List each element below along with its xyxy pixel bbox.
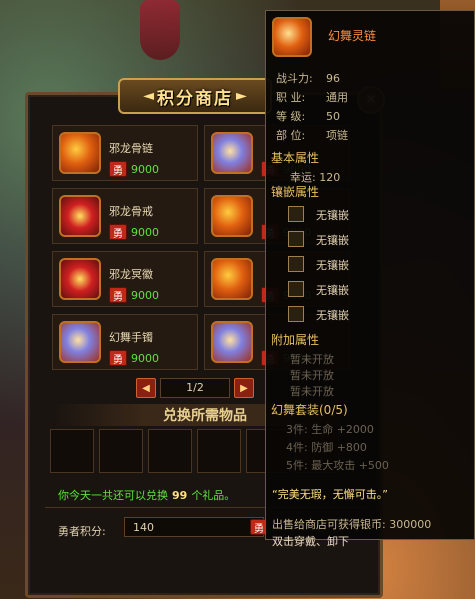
socket-slot-icon (288, 206, 304, 222)
item-tooltip: 幻舞灵链 战斗力: 96 职 业: 通用 等 级: 50 部 位: 项链 基本属性 幸运… (265, 10, 475, 548)
required-item-slot[interactable] (148, 429, 192, 473)
exchange-title: 兑换所需物品 (163, 408, 247, 424)
item-name: 邪龙骨戒 (109, 205, 153, 218)
item-price: 9000 (131, 225, 159, 239)
points-label: 勇者积分: (58, 525, 106, 538)
bracelet-icon (211, 321, 253, 363)
equip-hint: 双击穿戴、卸下 (272, 535, 349, 548)
socket-label: 无镶嵌 (316, 209, 349, 222)
socket-label: 无镶嵌 (316, 259, 349, 272)
title-arrow-right-icon: ► (236, 88, 247, 104)
page-indicator: 1/2 (160, 378, 230, 398)
socket-slot-icon (288, 281, 304, 297)
socket-label: 无镶嵌 (316, 234, 349, 247)
yong-badge: 勇 (109, 224, 127, 240)
socket-label: 无镶嵌 (316, 284, 349, 297)
shop-item[interactable]: 邪龙冥徽 勇 9000 (52, 251, 198, 307)
socket-slot-icon (288, 306, 304, 322)
socket-slot-icon (288, 231, 304, 247)
item-price: 9000 (131, 162, 159, 176)
item-price: 9000 (131, 351, 159, 365)
necklace-icon (272, 17, 312, 57)
item-name: 邪龙骨链 (109, 142, 153, 155)
yong-badge: 勇 (109, 350, 127, 366)
bracelet-icon (211, 132, 253, 174)
next-page-button[interactable]: ▶ (234, 378, 254, 398)
socket-label: 无镶嵌 (316, 309, 349, 322)
item-name: 幻舞手镯 (109, 331, 153, 344)
basic-attr-title: 基本属性 (271, 151, 320, 165)
required-item-slot[interactable] (99, 429, 143, 473)
shop-title-plate: ◄ 积分商店 ► (118, 78, 272, 114)
shop-item[interactable]: 幻舞手镯 勇 9000 (52, 314, 198, 370)
required-item-slot[interactable] (50, 429, 94, 473)
pager: ◀ 1/2 ▶ (136, 378, 254, 398)
tooltip-item-name: 幻舞灵链 (328, 29, 377, 43)
necklace-icon (59, 132, 101, 174)
shop-title: 积分商店 (157, 88, 233, 109)
item-price: 9000 (131, 288, 159, 302)
sell-price-text: 出售给商店可获得银币: 300000 (272, 518, 432, 531)
socket-title: 镶嵌属性 (271, 185, 320, 199)
emblem-icon (59, 258, 101, 300)
shop-item[interactable]: 邪龙骨戒 勇 9000 (52, 188, 198, 244)
necklace-icon (211, 258, 253, 300)
points-field: 140 (124, 517, 264, 537)
flavor-text: “完美无瑕，无懈可击。” (272, 488, 388, 501)
item-name: 邪龙冥徽 (109, 268, 153, 281)
required-item-slot[interactable] (197, 429, 241, 473)
set-title: 幻舞套装(0/5) (271, 403, 348, 417)
redeem-limit-text: 你今天一共还可以兑换 99 个礼品。 (58, 489, 236, 502)
earring-icon (211, 195, 253, 237)
socket-slot-icon (288, 256, 304, 272)
tooltip-stats: 战斗力: 96 职 业: 通用 等 级: 50 部 位: 项链 (276, 72, 348, 142)
redeem-count: 99 (172, 489, 188, 502)
bracelet-icon (59, 321, 101, 363)
yong-badge: 勇 (109, 287, 127, 303)
character-figure (140, 0, 180, 60)
extra-attr-title: 附加属性 (271, 333, 320, 347)
prev-page-button[interactable]: ◀ (136, 378, 156, 398)
ring-icon (59, 195, 101, 237)
title-arrow-left-icon: ◄ (143, 88, 154, 104)
shop-item[interactable]: 邪龙骨链 勇 9000 (52, 125, 198, 181)
yong-badge: 勇 (109, 161, 127, 177)
